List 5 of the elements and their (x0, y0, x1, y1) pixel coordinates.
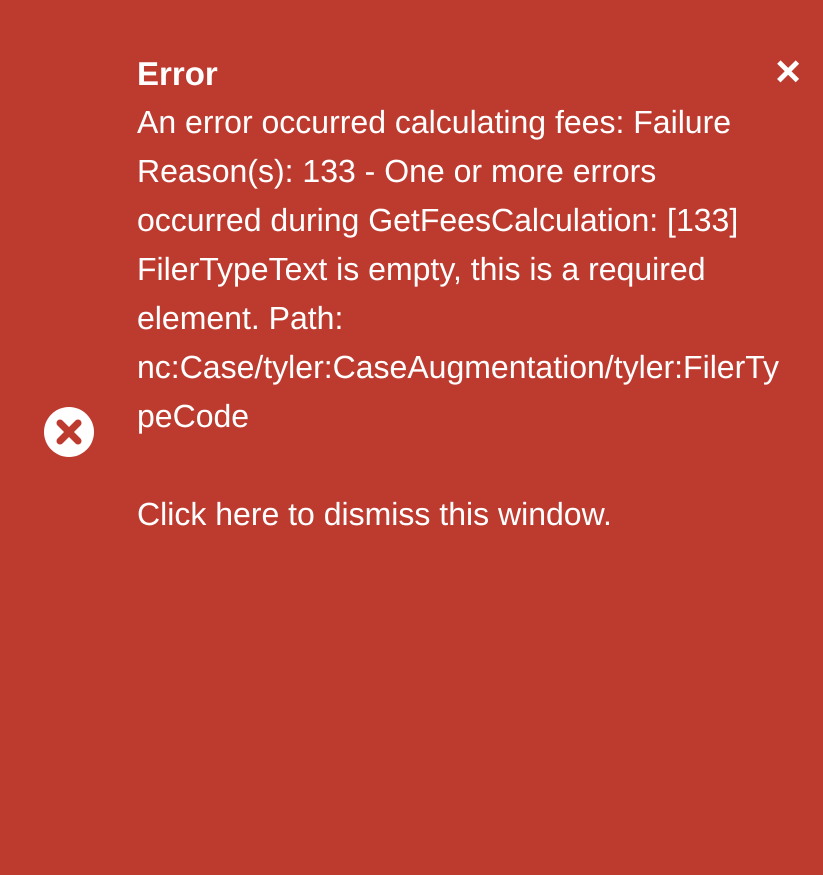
dismiss-link[interactable]: Click here to dismiss this window. (137, 490, 783, 539)
error-message: An error occurred calculating fees: Failure Reason(s): 133 - One or more errors occurred during GetFeesCalculation: [133] FilerTypeText is empty, this is a required element. Path: nc:Case/tyler:CaseAugmentation/tyler:FilerTypeCode (137, 103, 780, 436)
close-button[interactable]: × (771, 50, 805, 94)
error-icon (44, 406, 94, 456)
toast-title: Error (137, 54, 219, 94)
